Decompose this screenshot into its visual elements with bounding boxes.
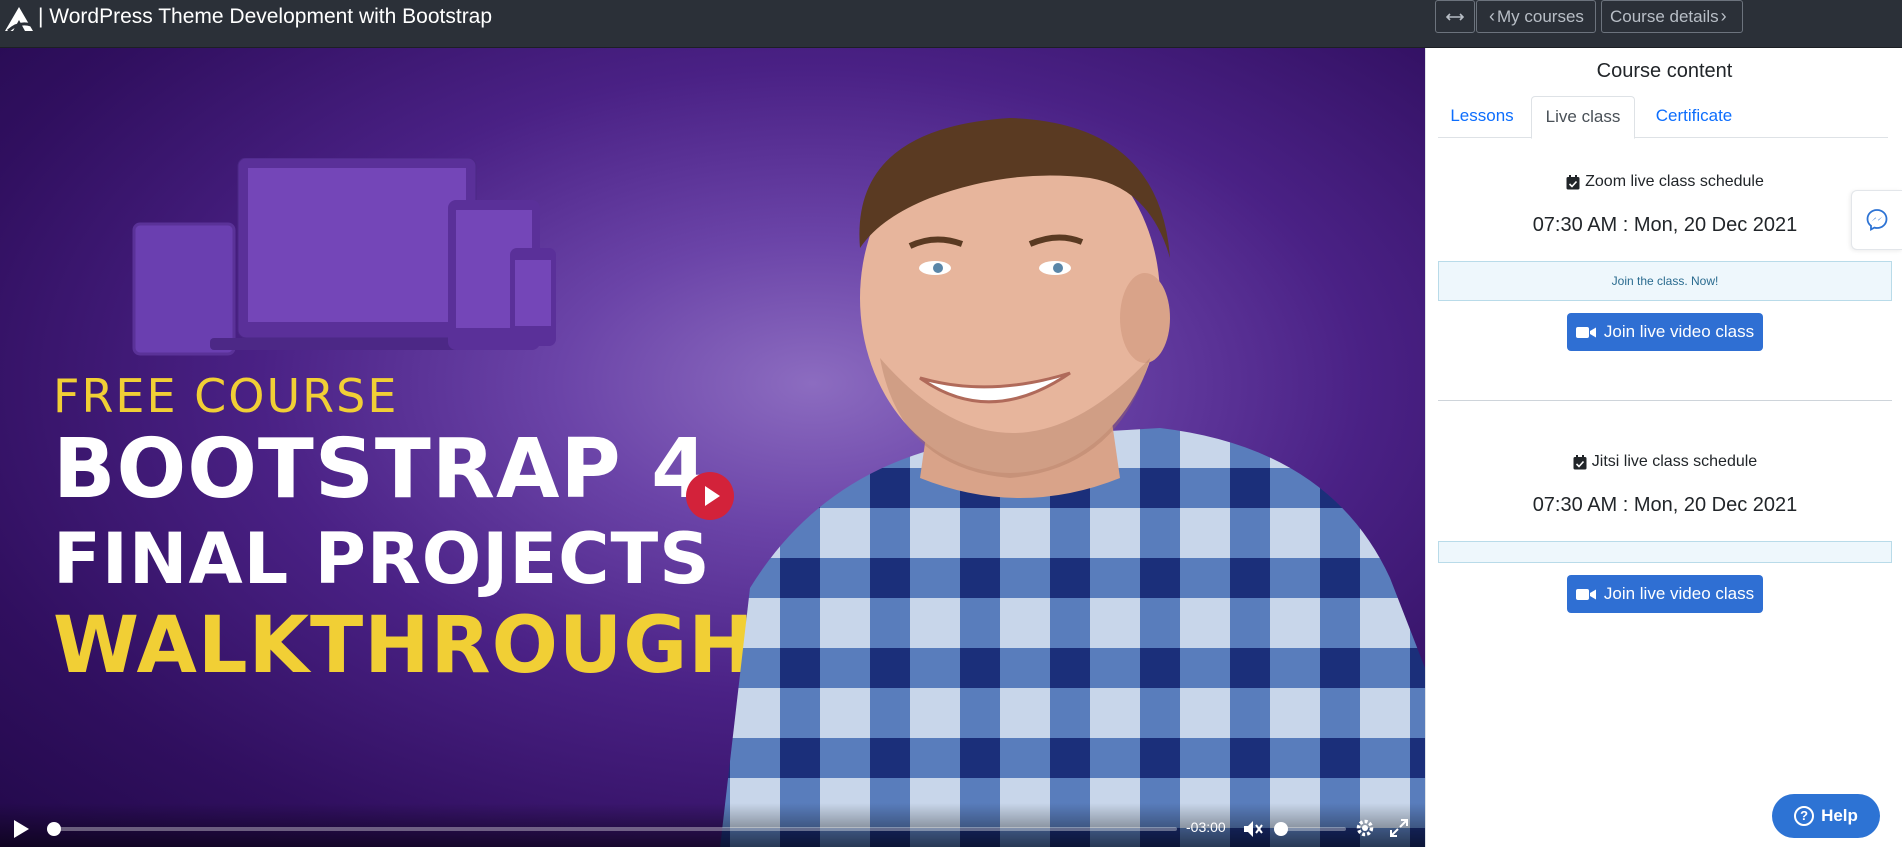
thumbnail-free-course: FREE COURSE: [53, 369, 399, 423]
join-now-alert: Join the class. Now!: [1438, 261, 1892, 301]
progress-handle[interactable]: [47, 822, 61, 836]
tab-lessons[interactable]: Lessons: [1438, 96, 1526, 138]
jitsi-schedule-time: 07:30 AM : Mon, 20 Dec 2021: [1532, 494, 1798, 516]
top-bar: | WordPress Theme Development with Boots…: [0, 0, 1902, 48]
zoom-schedule-title: Zoom live class schedule: [1438, 170, 1892, 194]
join-jitsi-class-button[interactable]: Join live video class: [1567, 575, 1763, 613]
time-remaining: -03:00: [1186, 819, 1226, 835]
tab-live-class[interactable]: Live class: [1531, 96, 1635, 139]
messenger-icon: [1866, 209, 1888, 232]
course-title: | WordPress Theme Development with Boots…: [38, 5, 493, 28]
calendar-check-icon: [1573, 454, 1587, 469]
video-camera-icon: [1575, 588, 1596, 600]
course-details-button[interactable]: Course details ›: [1601, 0, 1743, 33]
volume-slider[interactable]: [1282, 827, 1346, 831]
messenger-chat-button[interactable]: [1851, 190, 1902, 250]
help-label: Help: [1821, 806, 1858, 825]
site-logo-icon[interactable]: [4, 6, 34, 32]
schedule-divider: [1438, 400, 1892, 401]
volume-handle[interactable]: [1274, 822, 1288, 836]
tab-certificate[interactable]: Certificate: [1640, 96, 1748, 138]
zoom-schedule: Zoom live class schedule 07:30 AM : Mon,…: [1438, 170, 1892, 351]
my-courses-label: My courses: [1497, 7, 1584, 26]
youtube-play-icon[interactable]: [686, 472, 734, 520]
settings-gear-icon[interactable]: [1355, 818, 1375, 838]
course-content-heading: Course content: [1596, 60, 1733, 82]
course-content-tabs: Lessons Live class Certificate: [1438, 96, 1888, 139]
chevron-left-icon: ‹: [1489, 6, 1495, 26]
progress-bar[interactable]: [55, 827, 1177, 831]
expand-toggle-button[interactable]: [1435, 0, 1475, 33]
thumbnail-final-projects: FINAL PROJECTS: [53, 518, 711, 600]
chevron-right-icon: ›: [1720, 6, 1727, 26]
jitsi-alert: [1438, 541, 1892, 563]
fullscreen-icon[interactable]: [1389, 818, 1409, 838]
thumbnail-bootstrap: BOOTSTRAP 4: [53, 422, 710, 517]
question-circle-icon: ?: [1794, 806, 1815, 826]
calendar-check-icon: [1566, 174, 1580, 189]
thumbnail-text: FREE COURSE BOOTSTRAP 4 FINAL PROJECTS W…: [53, 368, 755, 690]
course-details-label: Course details: [1610, 7, 1719, 26]
zoom-schedule-time: 07:30 AM : Mon, 20 Dec 2021: [1532, 214, 1798, 236]
join-zoom-class-button[interactable]: Join live video class: [1567, 313, 1763, 351]
join-jitsi-class-label: Join live video class: [1603, 584, 1755, 603]
thumbnail-walkthrough: WALKTHROUGH: [53, 601, 755, 691]
play-icon[interactable]: [12, 819, 30, 839]
jitsi-schedule-label: Jitsi live class schedule: [1591, 453, 1758, 470]
arrows-horizontal-icon: [1446, 12, 1464, 21]
help-button[interactable]: ? Help: [1772, 794, 1880, 838]
jitsi-schedule-title: Jitsi live class schedule: [1438, 450, 1892, 474]
my-courses-button[interactable]: ‹ My courses: [1476, 0, 1596, 33]
mute-icon[interactable]: [1242, 819, 1264, 839]
course-content-sidebar: Course content Lessons Live class Certif…: [1425, 48, 1902, 847]
devices-illustration: [132, 158, 556, 356]
video-player[interactable]: FREE COURSE BOOTSTRAP 4 FINAL PROJECTS W…: [0, 48, 1425, 847]
zoom-schedule-label: Zoom live class schedule: [1585, 173, 1764, 190]
presenter-image: [720, 118, 1425, 847]
join-zoom-class-label: Join live video class: [1603, 322, 1755, 341]
video-camera-icon: [1575, 326, 1596, 338]
video-controls: -03:00: [0, 803, 1425, 847]
jitsi-schedule: Jitsi live class schedule 07:30 AM : Mon…: [1438, 450, 1892, 613]
